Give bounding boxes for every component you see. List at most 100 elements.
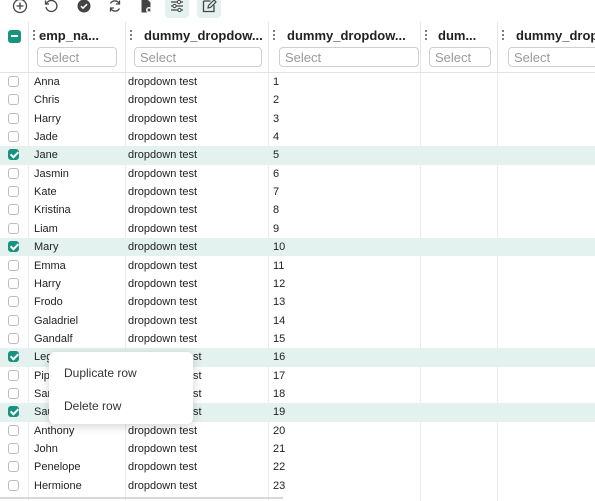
cell-number[interactable]: 8 <box>273 201 413 219</box>
duplicate-row-menu-item[interactable]: Duplicate row <box>64 366 137 380</box>
table-row[interactable]: Gandalf dropdown test 15 <box>0 330 595 348</box>
filter-settings-icon[interactable] <box>165 0 189 18</box>
undo-icon[interactable] <box>39 0 63 18</box>
table-row[interactable]: Harry dropdown test 12 <box>0 275 595 293</box>
drag-handle-icon[interactable] <box>33 30 36 41</box>
cell-number[interactable]: 22 <box>273 458 413 476</box>
horizontal-scrollbar[interactable] <box>0 497 283 499</box>
cell-emp-name[interactable]: Galadriel <box>34 312 122 330</box>
cell-dummy-dropdown[interactable]: dropdown test <box>128 183 266 201</box>
cell-dummy-dropdown[interactable]: dropdown test <box>128 238 266 256</box>
cell-dummy-dropdown[interactable]: dropdown test <box>128 458 266 476</box>
cell-dummy-dropdown[interactable]: dropdown test <box>128 128 266 146</box>
cell-dummy-dropdown[interactable]: dropdown test <box>128 220 266 238</box>
cell-emp-name[interactable]: John <box>34 440 122 458</box>
cell-emp-name[interactable]: Chris <box>34 91 122 109</box>
row-checkbox[interactable] <box>8 369 19 381</box>
column-header-dummy-dropdown-1[interactable]: dummy_dropdow... Select <box>126 22 269 72</box>
row-checkbox[interactable] <box>8 131 19 143</box>
cell-number[interactable]: 13 <box>273 293 413 311</box>
row-checkbox[interactable] <box>8 461 19 473</box>
table-row[interactable]: John dropdown test 21 <box>0 440 595 458</box>
table-row[interactable]: Penelope dropdown test 22 <box>0 458 595 476</box>
cell-emp-name[interactable]: Kate <box>34 183 122 201</box>
row-checkbox[interactable] <box>8 296 19 308</box>
cell-emp-name[interactable]: Jade <box>34 128 122 146</box>
cell-dummy-dropdown[interactable]: dropdown test <box>128 201 266 219</box>
row-checkbox[interactable] <box>8 94 19 106</box>
drag-handle-icon[interactable] <box>502 30 505 41</box>
table-row[interactable]: Jane dropdown test 5 <box>0 146 595 165</box>
table-row[interactable]: Anna dropdown test 1 <box>0 73 595 91</box>
table-row[interactable]: Liam dropdown test 9 <box>0 220 595 238</box>
row-checkbox[interactable] <box>8 167 19 179</box>
row-checkbox[interactable] <box>8 277 19 289</box>
cell-dummy-dropdown[interactable]: dropdown test <box>128 312 266 330</box>
cell-emp-name[interactable]: Harry <box>34 275 122 293</box>
cell-emp-name[interactable]: Hermione <box>34 477 122 495</box>
table-row[interactable]: Mary dropdown test 10 <box>0 238 595 257</box>
row-checkbox[interactable] <box>8 351 19 363</box>
column-header-dummy-dropdown-2[interactable]: dummy_dropdow... Select <box>269 22 421 72</box>
cell-dummy-dropdown[interactable]: dropdown test <box>128 91 266 109</box>
column-filter-select[interactable]: Select <box>279 47 419 67</box>
table-row[interactable]: Jade dropdown test 4 <box>0 128 595 146</box>
check-circle-icon[interactable] <box>72 0 96 18</box>
cell-number[interactable]: 3 <box>273 110 413 128</box>
cell-number[interactable]: 5 <box>273 146 413 164</box>
cell-dummy-dropdown[interactable]: dropdown test <box>128 73 266 91</box>
cell-emp-name[interactable]: Kristina <box>34 201 122 219</box>
cell-emp-name[interactable]: Anna <box>34 73 122 91</box>
row-checkbox[interactable] <box>8 479 19 491</box>
drag-handle-icon[interactable] <box>130 30 133 41</box>
select-all-checkbox[interactable] <box>8 30 21 43</box>
cell-dummy-dropdown[interactable]: dropdown test <box>128 293 266 311</box>
cell-number[interactable]: 20 <box>273 422 413 440</box>
cell-number[interactable]: 10 <box>273 238 413 256</box>
delete-row-menu-item[interactable]: Delete row <box>64 399 121 413</box>
cell-emp-name[interactable]: Anthony <box>34 422 122 440</box>
refresh-icon[interactable] <box>103 0 127 18</box>
cell-emp-name[interactable]: Penelope <box>34 458 122 476</box>
cell-number[interactable]: 9 <box>273 220 413 238</box>
row-checkbox[interactable] <box>8 241 19 253</box>
cell-emp-name[interactable]: Harry <box>34 110 122 128</box>
cell-dummy-dropdown[interactable]: dropdown test <box>128 146 266 164</box>
cell-emp-name[interactable]: Mary <box>34 238 122 256</box>
drag-handle-icon[interactable] <box>425 30 428 41</box>
cell-number[interactable]: 12 <box>273 275 413 293</box>
column-filter-select[interactable]: Select <box>37 47 117 67</box>
table-row[interactable]: Hermione dropdown test 23 <box>0 477 595 495</box>
cell-dummy-dropdown[interactable]: dropdown test <box>128 275 266 293</box>
cell-dummy-dropdown[interactable]: dropdown test <box>128 330 266 348</box>
cell-dummy-dropdown[interactable]: dropdown test <box>128 165 266 183</box>
table-row[interactable]: Jasmin dropdown test 6 <box>0 165 595 183</box>
cell-number[interactable]: 11 <box>273 257 413 275</box>
cell-number[interactable]: 17 <box>273 367 413 385</box>
cell-number[interactable]: 21 <box>273 440 413 458</box>
row-checkbox[interactable] <box>8 186 19 198</box>
cell-dummy-dropdown[interactable]: dropdown test <box>128 422 266 440</box>
row-checkbox[interactable] <box>8 387 19 399</box>
row-checkbox[interactable] <box>8 222 19 234</box>
delete-file-icon[interactable] <box>134 0 158 18</box>
table-row[interactable]: Kate dropdown test 7 <box>0 183 595 201</box>
table-row[interactable]: Kristina dropdown test 8 <box>0 201 595 219</box>
cell-emp-name[interactable]: Jane <box>34 146 122 164</box>
cell-emp-name[interactable]: Jasmin <box>34 165 122 183</box>
column-header-dummy-dropd[interactable]: dummy_dropd Select <box>498 22 595 72</box>
column-header-dum[interactable]: dum... Select <box>421 22 498 72</box>
cell-number[interactable]: 4 <box>273 128 413 146</box>
cell-dummy-dropdown[interactable]: dropdown test <box>128 477 266 495</box>
cell-emp-name[interactable]: Emma <box>34 257 122 275</box>
table-row[interactable]: Anthony dropdown test 20 <box>0 422 595 440</box>
row-checkbox[interactable] <box>8 406 19 418</box>
cell-number[interactable]: 1 <box>273 73 413 91</box>
row-checkbox[interactable] <box>8 112 19 124</box>
column-filter-select[interactable]: Select <box>508 47 595 67</box>
cell-number[interactable]: 2 <box>273 91 413 109</box>
add-icon[interactable] <box>8 0 32 18</box>
cell-number[interactable]: 18 <box>273 385 413 403</box>
table-row[interactable]: Emma dropdown test 11 <box>0 257 595 275</box>
drag-handle-icon[interactable] <box>273 30 276 41</box>
